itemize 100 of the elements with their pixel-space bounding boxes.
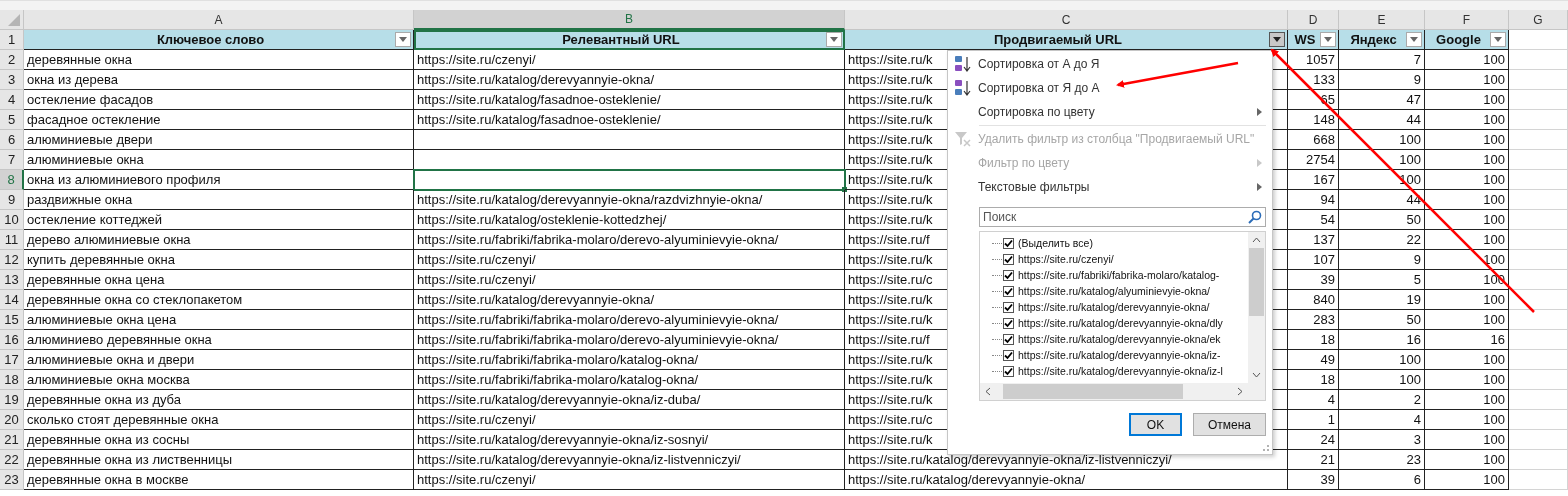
filter-dropdown-button[interactable] xyxy=(1320,32,1336,47)
column-heading: Продвигаемый URL xyxy=(993,32,1122,47)
column-header[interactable]: B xyxy=(414,10,845,30)
row-number[interactable]: 11 xyxy=(0,230,24,250)
checkbox[interactable] xyxy=(1003,333,1014,345)
table-cell: https://site.ru/fabriki/fabrika-molaro/derevo-alyuminievyie-okna/ xyxy=(414,230,845,250)
table-cell: 100 xyxy=(1425,430,1509,450)
row-number[interactable]: 14 xyxy=(0,290,24,310)
table-cell: 100 xyxy=(1425,410,1509,430)
row-number[interactable]: 8 xyxy=(0,170,24,190)
scroll-left-icon[interactable] xyxy=(985,387,991,396)
vertical-scrollbar[interactable] xyxy=(1248,232,1265,400)
column-header[interactable]: A xyxy=(24,10,414,30)
table-cell: 100 xyxy=(1425,170,1509,190)
tree-line xyxy=(992,242,1002,244)
table-cell: 100 xyxy=(1425,450,1509,470)
dialog-button[interactable]: OK xyxy=(1129,413,1182,436)
row-number[interactable]: 17 xyxy=(0,350,24,370)
row-number[interactable]: 2 xyxy=(0,50,24,70)
column-header[interactable]: D xyxy=(1288,10,1339,30)
row-number[interactable]: 7 xyxy=(0,150,24,170)
table-cell: 7 xyxy=(1339,50,1425,70)
checkbox[interactable] xyxy=(1003,317,1014,329)
checkbox[interactable] xyxy=(1003,237,1014,249)
row-number[interactable]: 20 xyxy=(0,410,24,430)
search-field[interactable]: Поиск xyxy=(979,207,1266,227)
column-heading: Релевантный URL xyxy=(562,32,680,47)
dropdown-arrow-icon xyxy=(830,37,838,42)
filter-dropdown-button[interactable] xyxy=(1490,32,1506,47)
row-number[interactable]: 16 xyxy=(0,330,24,350)
table-cell xyxy=(1509,330,1568,350)
dropdown-arrow-icon xyxy=(399,37,407,42)
table-cell: окна из дерева xyxy=(24,70,414,90)
row-number[interactable]: 21 xyxy=(0,430,24,450)
row-number[interactable]: 12 xyxy=(0,250,24,270)
table-cell: https://site.ru/katalog/osteklenie-kottedzhej/ xyxy=(414,210,845,230)
row-number[interactable]: 18 xyxy=(0,370,24,390)
tree-line xyxy=(992,290,1002,292)
checkbox[interactable] xyxy=(1003,253,1014,265)
table-cell: 23 xyxy=(1339,450,1425,470)
checkbox[interactable] xyxy=(1003,301,1014,313)
resize-grip-icon[interactable] xyxy=(1262,444,1270,452)
filter-dropdown-button[interactable] xyxy=(826,32,842,47)
column-header[interactable]: E xyxy=(1339,10,1425,30)
table-cell: 94 xyxy=(1288,190,1339,210)
column-header[interactable]: C xyxy=(845,10,1288,30)
sort-icon xyxy=(954,79,972,97)
table-cell: 44 xyxy=(1339,110,1425,130)
scrollbar-thumb[interactable] xyxy=(1249,248,1264,316)
column-header[interactable]: G xyxy=(1509,10,1568,30)
table-cell: 49 xyxy=(1288,350,1339,370)
scrollbar-thumb[interactable] xyxy=(1003,384,1183,399)
table-cell: 100 xyxy=(1425,390,1509,410)
column-header[interactable]: F xyxy=(1425,10,1509,30)
row-number[interactable]: 1 xyxy=(0,30,24,50)
table-cell: дерево алюминиевые окна xyxy=(24,230,414,250)
corner-triangle-icon xyxy=(8,14,20,26)
table-cell: 2 xyxy=(1339,390,1425,410)
filter-dropdown-button[interactable] xyxy=(1406,32,1422,47)
table-cell: деревянные окна цена xyxy=(24,270,414,290)
table-cell: https://site.ru/katalog/derevyannyie-okna/razdvizhnyie-okna/ xyxy=(414,190,845,210)
dialog-button[interactable]: Отмена xyxy=(1193,413,1266,436)
table-cell: 9 xyxy=(1339,70,1425,90)
row-number[interactable]: 19 xyxy=(0,390,24,410)
checkbox[interactable] xyxy=(1003,285,1014,297)
fill-handle[interactable] xyxy=(842,187,847,192)
checkbox[interactable] xyxy=(1003,349,1014,361)
row-number[interactable]: 3 xyxy=(0,70,24,90)
table-cell: 148 xyxy=(1288,110,1339,130)
table-cell: деревянные окна в москве xyxy=(24,470,414,490)
checkbox[interactable] xyxy=(1003,269,1014,281)
row-number[interactable]: 13 xyxy=(0,270,24,290)
column-heading: Яндекс xyxy=(1350,32,1397,47)
row-number[interactable]: 4 xyxy=(0,90,24,110)
table-cell xyxy=(1509,270,1568,290)
table-cell: 133 xyxy=(1288,70,1339,90)
row-number[interactable]: 9 xyxy=(0,190,24,210)
table-cell: 100 xyxy=(1425,130,1509,150)
table-cell: 16 xyxy=(1339,330,1425,350)
row-number[interactable]: 5 xyxy=(0,110,24,130)
table-cell: 100 xyxy=(1425,350,1509,370)
row-number[interactable]: 6 xyxy=(0,130,24,150)
tree-line xyxy=(992,354,1002,356)
row-number[interactable]: 23 xyxy=(0,470,24,490)
table-cell: 100 xyxy=(1425,150,1509,170)
row-number[interactable]: 10 xyxy=(0,210,24,230)
checkbox[interactable] xyxy=(1003,365,1014,377)
row-number[interactable]: 15 xyxy=(0,310,24,330)
table-cell: 4 xyxy=(1288,390,1339,410)
scroll-right-icon[interactable] xyxy=(1237,387,1243,396)
row-number[interactable]: 22 xyxy=(0,450,24,470)
scroll-down-icon[interactable] xyxy=(1252,372,1261,378)
table-cell: 19 xyxy=(1339,290,1425,310)
horizontal-scrollbar[interactable] xyxy=(980,383,1248,400)
table-cell xyxy=(1509,130,1568,150)
filter-dropdown-button[interactable] xyxy=(1269,32,1285,47)
clear-filter-icon xyxy=(954,130,972,148)
scroll-up-icon[interactable] xyxy=(1252,237,1261,243)
table-cell: 167 xyxy=(1288,170,1339,190)
filter-dropdown-button[interactable] xyxy=(395,32,411,47)
